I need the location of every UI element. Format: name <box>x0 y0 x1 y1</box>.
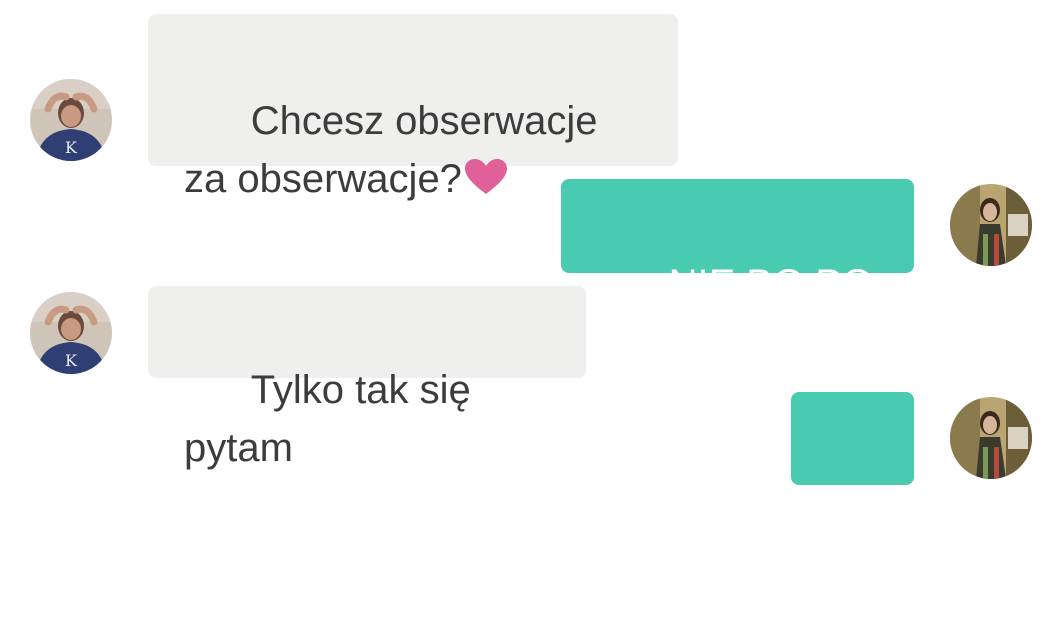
svg-text:K: K <box>65 351 78 370</box>
self-avatar[interactable] <box>950 397 1032 479</box>
contact-avatar[interactable]: K <box>30 292 112 374</box>
svg-text:K: K <box>65 138 78 157</box>
message-bubble[interactable]: Chcesz obserwacje za obserwacje? <box>148 14 678 201</box>
message-row-incoming: K Chcesz obserwacje za obserwacje? <box>0 0 1060 201</box>
chat-thread: K Chcesz obserwacje za obserwacje? NIE B… <box>0 0 1060 576</box>
message-text: Ok <box>826 532 879 576</box>
message-bubble[interactable]: Tylko tak się pytam <box>148 286 586 470</box>
message-row-outgoing: NIE BO PO CO! <box>0 170 1060 364</box>
message-bubble[interactable]: Ok <box>791 392 914 576</box>
message-row-outgoing: Ok <box>0 390 1060 576</box>
message-bubble[interactable]: NIE BO PO CO! <box>561 179 914 364</box>
self-avatar[interactable] <box>950 184 1032 266</box>
message-row-incoming: K Tylko tak się pytam <box>0 280 1060 470</box>
contact-avatar[interactable]: K <box>30 79 112 161</box>
